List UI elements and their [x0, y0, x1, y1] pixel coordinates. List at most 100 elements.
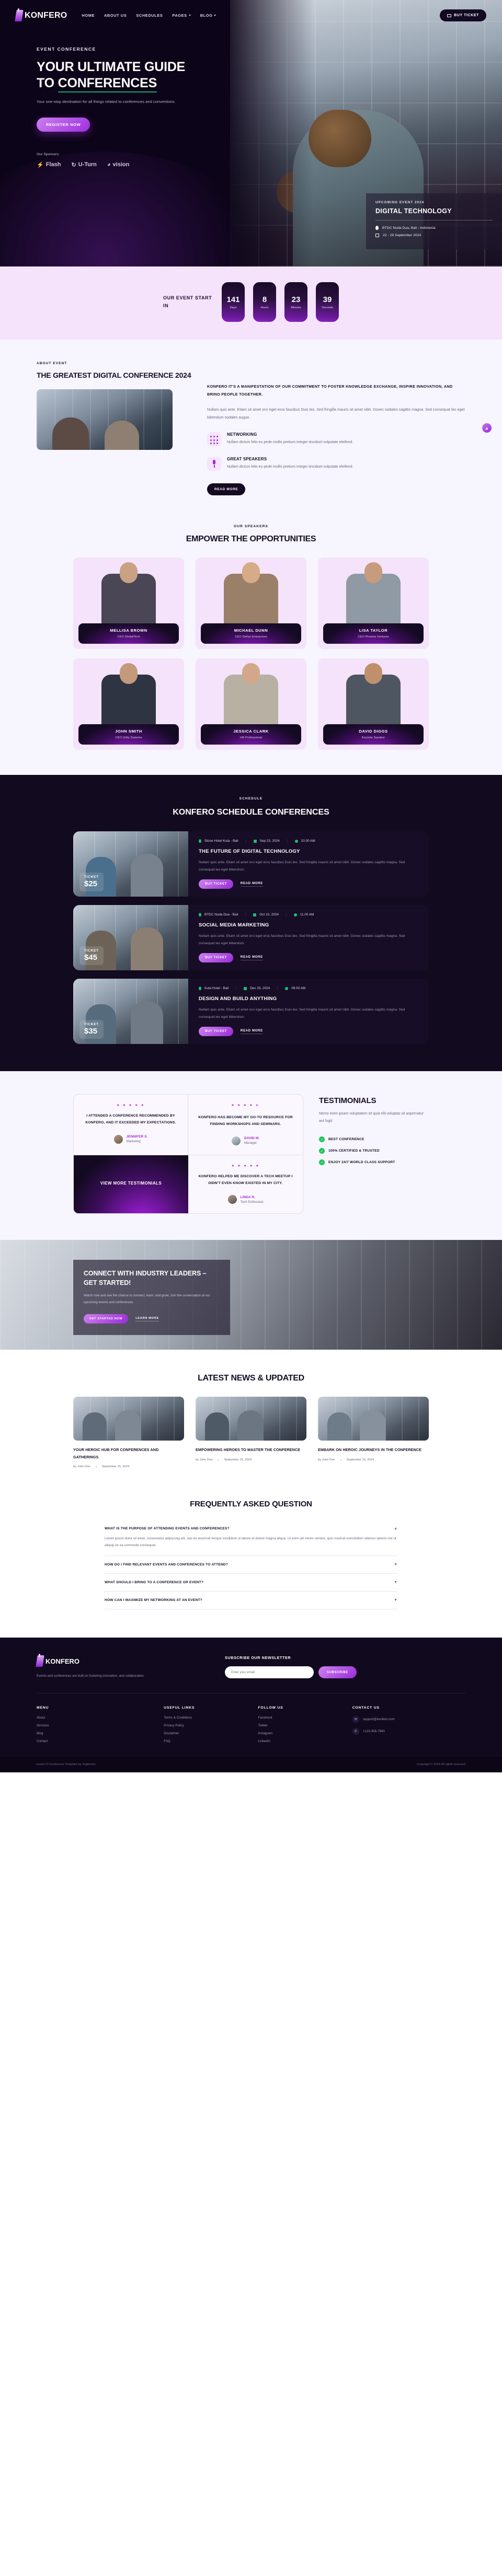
- nav-item-home[interactable]: HOME: [82, 13, 95, 18]
- location-pin-icon: [199, 987, 201, 990]
- schedule-date-text: Oct 10, 2024: [259, 913, 279, 917]
- avatar: [227, 1195, 237, 1204]
- news-card[interactable]: EMBARK ON HEROIC JOURNEYS IN THE CONFERE…: [318, 1397, 429, 1468]
- cta-learn-more-link[interactable]: LEARN MORE: [135, 1317, 159, 1321]
- schedule-photo: TICKET $35: [73, 979, 188, 1045]
- footer-link[interactable]: Facebook: [258, 1716, 352, 1720]
- schedule-location: BTDC Nuda Dua - Bali: [199, 913, 245, 916]
- testimonials-info: TESTIMONIALS Nemo enim ipsam voluptatem …: [319, 1094, 429, 1214]
- footer-link[interactable]: Blog: [37, 1732, 164, 1735]
- schedule-heading: KONFERO SCHEDULE CONFERENCES: [173, 807, 329, 817]
- testimonial-role: Tech Enthusiast: [240, 1200, 264, 1204]
- speaker-card[interactable]: LISA TAYLOR CEO Phoenix Ventures: [318, 557, 429, 649]
- footer-link[interactable]: About: [37, 1716, 164, 1720]
- page-root: KONFERO HOME ABOUT US SCHEDULES PAGES BL…: [0, 0, 502, 1773]
- testimonials-paragraph: Nemo enim ipsam voluptatem sit quia elit…: [319, 1112, 424, 1123]
- footer-link[interactable]: Terms & Conditions: [164, 1716, 258, 1720]
- footer-link[interactable]: Contact: [37, 1739, 164, 1743]
- testimonial-quote: KONFERO HAS BECOME MY GO-TO RESOURCE FOR…: [198, 1116, 293, 1127]
- register-now-button[interactable]: REGISTER NOW: [37, 117, 90, 132]
- contact-phone[interactable]: ✆ +123-456-7890: [352, 1728, 465, 1735]
- news-author: by John Doe: [73, 1465, 90, 1468]
- about-read-more-button[interactable]: READ MORE: [207, 483, 246, 495]
- chevron-down-icon: ▼: [394, 1598, 397, 1603]
- news-author: by John Doe: [318, 1458, 335, 1461]
- schedule-read-more-link[interactable]: READ MORE: [240, 882, 263, 887]
- faq-question-row[interactable]: HOW CAN I MAXIMIZE MY NETWORKING AT AN E…: [105, 1598, 397, 1602]
- speaker-card[interactable]: MICHAEL DUNN CEO Stellar Enterprises: [196, 557, 306, 649]
- contact-email[interactable]: ✉ support@konfero.com: [352, 1716, 465, 1723]
- footer-link[interactable]: Disclaimer: [164, 1732, 258, 1735]
- schedule-read-more-link[interactable]: READ MORE: [240, 1029, 263, 1034]
- speakers-heading: EMPOWER THE OPPORTUNITIES: [186, 534, 316, 543]
- newsletter-email-input[interactable]: [225, 1666, 314, 1679]
- nav-item-blog[interactable]: BLOG: [200, 13, 216, 18]
- footer-link[interactable]: Services: [37, 1724, 164, 1727]
- network-grid-icon: [207, 432, 221, 446]
- speaker-card[interactable]: JESSICA CLARK HR Professional: [196, 658, 306, 750]
- chevron-up-icon: ▲: [394, 1526, 397, 1530]
- ticket-price: $25: [84, 879, 98, 889]
- view-more-testimonials-button[interactable]: VIEW MORE TESTIMONIALS: [74, 1155, 188, 1214]
- sponsor-flash: ⚡ Flash: [37, 161, 61, 168]
- nav-item-about-us[interactable]: ABOUT US: [104, 13, 127, 18]
- footer-link[interactable]: FAQ: [164, 1739, 258, 1743]
- footer-logo[interactable]: KONFERO: [36, 1654, 225, 1667]
- view-more-testimonials-label: VIEW MORE TESTIMONIALS: [100, 1181, 162, 1186]
- schedule-buy-ticket-button[interactable]: BUY TICKET: [199, 879, 233, 889]
- footer-description: Events and conferences are built on fost…: [37, 1674, 145, 1678]
- rating-stars: ★ ★ ★ ★ ★: [231, 1164, 260, 1168]
- about-lead-text: KONFERO IT'S A MANIFESTATION OF OUR COMM…: [207, 384, 453, 397]
- schedule-time-text: 10.00 AM: [301, 839, 315, 843]
- footer-link[interactable]: Instagram: [258, 1732, 352, 1735]
- schedule-read-more-link[interactable]: READ MORE: [240, 956, 263, 960]
- speaker-card[interactable]: DAVID DIGGS Keynote Speaker: [318, 658, 429, 750]
- check-circle-icon: ✓: [319, 1136, 325, 1143]
- cta-get-started-button[interactable]: GET STARTED NOW: [84, 1314, 129, 1324]
- sponsors-label: Our Sponsors:: [37, 152, 60, 156]
- buy-ticket-button[interactable]: BUY TICKET: [440, 9, 486, 21]
- schedule-location-text: Stone Hotel Kuta - Bali: [204, 839, 238, 843]
- sponsor-name: U-Turn: [78, 161, 97, 168]
- nav-item-label: HOME: [82, 13, 95, 18]
- countdown-hours: 8 Hours: [253, 282, 276, 322]
- cta-banner-section: CONNECT WITH INDUSTRY LEADERS – GET STAR…: [0, 1240, 502, 1350]
- benefit-item: ✓ BEST CONFERENCE: [319, 1136, 429, 1143]
- feature-text: Nullam dictum felis eu pede mollis preti…: [227, 440, 353, 444]
- news-section: LATEST NEWS & UPDATED YOUR HEROIC HUB FO…: [0, 1350, 502, 1495]
- schedule-time: 10.00 AM: [287, 839, 323, 843]
- schedule-buy-ticket-button[interactable]: BUY TICKET: [199, 953, 233, 963]
- nav-item-label: PAGES: [172, 13, 187, 18]
- faq-item: WHAT SHOULD I BRING TO A CONFERENCE OR E…: [105, 1574, 397, 1592]
- hero-section: KONFERO HOME ABOUT US SCHEDULES PAGES BL…: [0, 0, 502, 266]
- schedule-title: DESIGN AND BUILD ANYTHING: [199, 996, 277, 1002]
- footer-link[interactable]: Twitter: [258, 1724, 352, 1727]
- speaker-card[interactable]: JOHN SMITH CEO Unity Systems: [73, 658, 184, 750]
- testimonial-role: Manager: [244, 1141, 257, 1145]
- location-pin-icon: [375, 226, 379, 230]
- faq-question-row[interactable]: HOW DO I FIND RELEVANT EVENTS AND CONFER…: [105, 1563, 397, 1567]
- logo[interactable]: KONFERO: [15, 8, 67, 21]
- schedule-location-text: Kuta Hotel - Bali: [204, 987, 229, 991]
- speaker-card[interactable]: MELLISA BROWN CEO GlobalTech: [73, 557, 184, 649]
- footer-link[interactable]: LinkedIn: [258, 1739, 352, 1743]
- news-card[interactable]: YOUR HEROIC HUB FOR CONFERENCES AND GATH…: [73, 1397, 184, 1468]
- news-photo: [318, 1397, 429, 1441]
- faq-question-row[interactable]: WHAT IS THE PURPOSE OF ATTENDING EVENTS …: [105, 1527, 397, 1530]
- faq-question-row[interactable]: WHAT SHOULD I BRING TO A CONFERENCE OR E…: [105, 1581, 397, 1584]
- schedule-location: Kuta Hotel - Bali: [199, 987, 236, 990]
- sponsors-row: ⚡ Flash ↻ U-Turn ◕ vision: [37, 161, 502, 168]
- speaker-role: HR Professional: [240, 736, 262, 739]
- chevron-up-icon[interactable]: ▲: [482, 423, 492, 433]
- phone-icon: ✆: [352, 1728, 359, 1735]
- nav-item-pages[interactable]: PAGES: [172, 13, 191, 18]
- footer-column-title: CONTACT US: [352, 1706, 380, 1710]
- nav-item-schedules[interactable]: SCHEDULES: [136, 13, 163, 18]
- news-card[interactable]: EMPOWERING HEROES TO MASTER THE CONFEREN…: [196, 1397, 306, 1468]
- schedule-buy-ticket-button[interactable]: BUY TICKET: [199, 1027, 233, 1037]
- event-card-date-text: 22 - 26 September 2024: [383, 234, 421, 237]
- newsletter-subscribe-button[interactable]: SUBSCRIBE: [318, 1666, 357, 1679]
- faq-question: HOW DO I FIND RELEVANT EVENTS AND CONFER…: [105, 1563, 229, 1567]
- footer-link[interactable]: Privacy Policy: [164, 1724, 258, 1727]
- faq-item: HOW DO I FIND RELEVANT EVENTS AND CONFER…: [105, 1556, 397, 1574]
